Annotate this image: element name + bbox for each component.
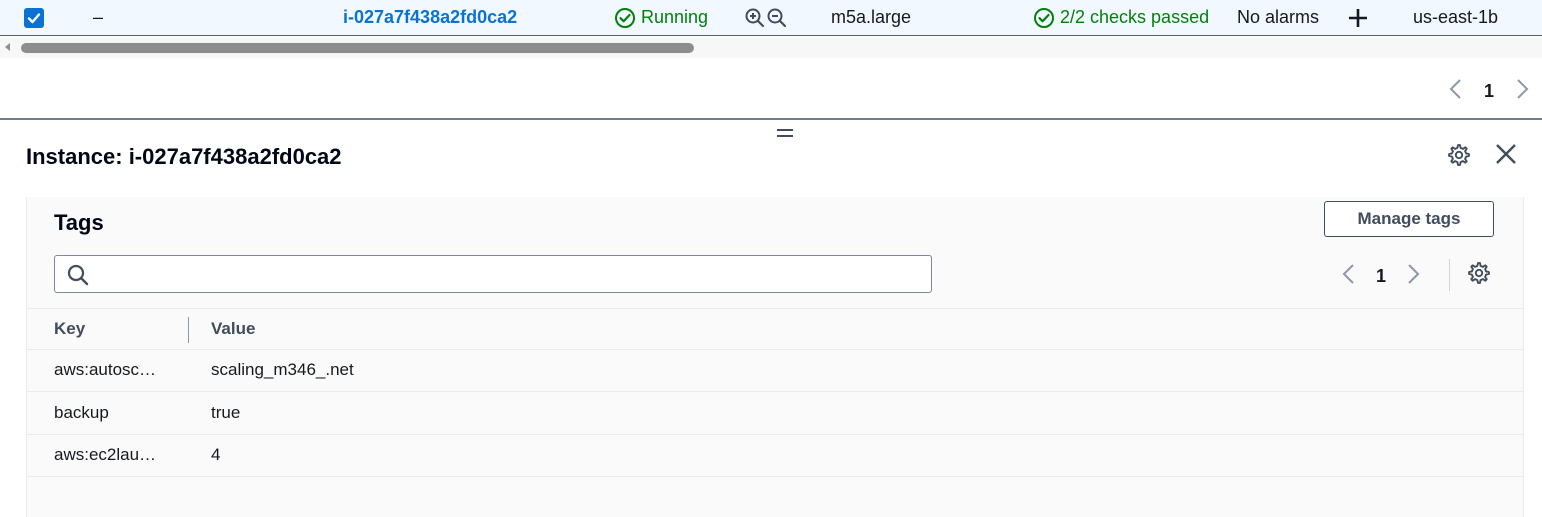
scroll-left-icon[interactable] bbox=[5, 43, 10, 51]
tags-table-header: Key Value bbox=[27, 308, 1523, 350]
horizontal-scrollbar[interactable] bbox=[0, 38, 1542, 58]
manage-tags-button[interactable]: Manage tags bbox=[1324, 201, 1494, 237]
chevron-right-icon[interactable] bbox=[1512, 77, 1532, 106]
instance-table-row[interactable]: – i-027a7f438a2fd0ca2 Running m5a.large … bbox=[0, 0, 1542, 36]
checks-passed-icon bbox=[1033, 7, 1055, 29]
page-number[interactable]: 1 bbox=[1376, 266, 1386, 287]
table-row: backup true bbox=[27, 392, 1523, 435]
instance-id-link[interactable]: i-027a7f438a2fd0ca2 bbox=[343, 0, 517, 35]
instances-pagination: 1 bbox=[1446, 77, 1532, 106]
status-check: 2/2 checks passed bbox=[1033, 0, 1216, 35]
page-number[interactable]: 1 bbox=[1484, 81, 1494, 102]
tag-key: aws:ec2lau… bbox=[54, 445, 157, 464]
column-resizer[interactable] bbox=[188, 317, 189, 343]
chevron-left-icon[interactable] bbox=[1446, 77, 1466, 106]
split-panel-title: Instance: i-027a7f438a2fd0ca2 bbox=[26, 144, 342, 169]
panel-settings-button[interactable] bbox=[1446, 143, 1472, 172]
tag-key: aws:autosc… bbox=[54, 360, 157, 379]
settings-icon bbox=[1447, 143, 1471, 172]
table-row: aws:autosc… scaling_m346_.net bbox=[27, 349, 1523, 392]
tags-heading: Tags bbox=[54, 210, 104, 235]
tags-pagination: 1 bbox=[1339, 262, 1423, 291]
tags-container: Tags Manage tags 1 Key Value aws:autosc… bbox=[26, 197, 1524, 517]
search-input[interactable] bbox=[99, 260, 923, 290]
close-icon bbox=[1494, 142, 1518, 171]
chevron-left-icon[interactable] bbox=[1339, 262, 1359, 291]
checkbox-checked-icon bbox=[24, 7, 44, 28]
row-select-checkbox[interactable] bbox=[24, 0, 44, 35]
zoom-controls bbox=[744, 0, 788, 35]
chevron-right-icon[interactable] bbox=[1403, 262, 1423, 291]
table-row: aws:ec2lau… 4 bbox=[27, 434, 1523, 477]
add-alarm-button[interactable] bbox=[1347, 0, 1369, 35]
instance-state: Running bbox=[614, 0, 708, 35]
column-header-value[interactable]: Value bbox=[211, 309, 255, 349]
instance-name: – bbox=[93, 7, 104, 27]
toolbar-divider bbox=[1449, 259, 1450, 291]
running-status-icon bbox=[614, 7, 636, 29]
scrollbar-thumb[interactable] bbox=[21, 43, 694, 53]
tag-key: backup bbox=[54, 403, 109, 422]
alarm-status: No alarms bbox=[1237, 7, 1320, 27]
table-preferences-button[interactable] bbox=[1466, 261, 1492, 290]
plus-icon bbox=[1347, 7, 1369, 29]
column-header-key[interactable]: Key bbox=[54, 309, 85, 349]
drag-handle-icon[interactable] bbox=[775, 129, 795, 139]
split-panel-divider[interactable] bbox=[0, 118, 1542, 120]
zoom-in-icon[interactable] bbox=[744, 7, 766, 29]
tags-search-field[interactable] bbox=[54, 255, 932, 293]
instance-state-label: Running bbox=[641, 7, 709, 27]
status-check-label: 2/2 checks passed bbox=[1060, 7, 1210, 27]
tag-value: true bbox=[211, 403, 241, 422]
close-panel-button[interactable] bbox=[1493, 143, 1519, 169]
instance-type: m5a.large bbox=[831, 7, 912, 27]
settings-icon bbox=[1467, 261, 1491, 290]
search-icon bbox=[67, 264, 89, 291]
tag-value: 4 bbox=[211, 445, 221, 464]
availability-zone: us-east-1b bbox=[1413, 7, 1499, 27]
tag-value: scaling_m346_.net bbox=[211, 360, 354, 379]
zoom-out-icon[interactable] bbox=[766, 7, 788, 29]
